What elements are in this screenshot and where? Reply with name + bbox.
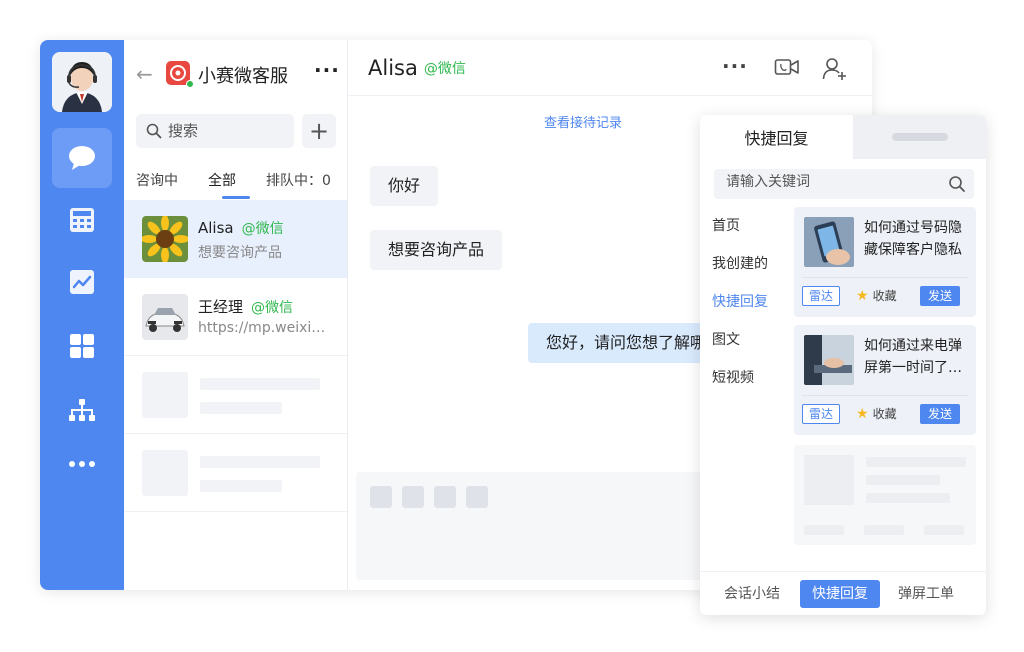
radar-button[interactable]: 雷达 xyxy=(802,404,841,424)
composer-tool-icon[interactable] xyxy=(402,486,424,508)
contact-avatar xyxy=(142,294,188,340)
rail-chart[interactable] xyxy=(52,252,112,312)
org-tree-icon xyxy=(69,399,95,421)
rail-calculator[interactable] xyxy=(52,190,112,250)
sunflower-avatar-icon xyxy=(142,216,188,262)
more-dots-icon xyxy=(69,461,95,467)
card-divider xyxy=(802,277,968,278)
placeholder-row xyxy=(124,434,347,512)
quick-reply-footer: 会话小结 快捷回复 弹屏工单 xyxy=(700,571,986,615)
card-title: 如何通过号码隐藏保障客户隐私 xyxy=(864,220,962,258)
car-avatar-icon xyxy=(142,294,188,340)
phone-photo-icon xyxy=(804,217,854,267)
contact-last-message: 想要咨询产品 xyxy=(198,245,282,261)
tab-all[interactable]: 全部 xyxy=(208,170,236,190)
chat-header: Alisa @微信 ··· xyxy=(348,40,872,96)
video-call-icon[interactable] xyxy=(774,57,800,83)
message-bubble-incoming: 想要咨询产品 xyxy=(370,230,503,270)
card-thumbnail xyxy=(804,335,854,385)
calculator-icon xyxy=(70,208,94,232)
quick-reply-search[interactable] xyxy=(714,169,974,199)
view-history-link[interactable]: 查看接待记录 xyxy=(544,112,622,131)
card-title: 如何通过来电弹屏第一时间了解客户 xyxy=(864,338,962,376)
tab-consulting[interactable]: 咨询中 xyxy=(136,170,178,190)
conversation-more-button[interactable]: ··· xyxy=(314,58,340,82)
category-home[interactable]: 首页 xyxy=(712,215,740,235)
quick-reply-card[interactable]: 如何通过号码隐藏保障客户隐私 雷达 ★ 收藏 发送 xyxy=(794,207,976,317)
category-created-by-me[interactable]: 我创建的 xyxy=(712,253,768,273)
quick-reply-card[interactable]: 如何通过来电弹屏第一时间了解客户 雷达 ★收藏 发送 xyxy=(794,325,976,435)
contact-item-alisa[interactable]: Alisa @微信 想要咨询产品 xyxy=(124,200,347,278)
add-conversation-button[interactable]: + xyxy=(302,114,336,148)
chat-more-button[interactable]: ··· xyxy=(722,54,748,78)
nav-rail xyxy=(40,40,124,590)
composer-tool-icon[interactable] xyxy=(370,486,392,508)
send-button[interactable]: 发送 xyxy=(920,286,961,306)
composer-tool-icon[interactable] xyxy=(466,486,488,508)
rail-chat[interactable] xyxy=(52,128,112,188)
contact-name: Alisa @微信 xyxy=(198,219,284,237)
contact-avatar xyxy=(142,216,188,262)
rail-more[interactable] xyxy=(52,434,112,494)
card-divider xyxy=(802,395,968,396)
conversation-panel: ← 小赛微客服 ··· + 咨询中 全部 排队中：0 xyxy=(124,40,348,590)
back-arrow-icon[interactable]: ← xyxy=(136,62,153,86)
app-name: 小赛微客服 xyxy=(198,66,288,87)
contact-last-message: https://mp.weixin.qq.com xyxy=(198,320,332,336)
add-member-icon[interactable] xyxy=(822,57,848,85)
search-icon[interactable] xyxy=(948,175,966,193)
conversation-header: ← 小赛微客服 ··· xyxy=(124,54,347,94)
popup-ticket-button[interactable]: 弹屏工单 xyxy=(886,580,966,608)
card-thumbnail xyxy=(804,217,854,267)
quick-reply-panel: 快捷回复 首页 我创建的 快捷回复 图文 短视频 如何通过号码隐藏保障客户隐私 … xyxy=(700,115,986,615)
channel-tag: @微信 xyxy=(423,61,466,77)
favorite-button[interactable]: ★ 收藏 xyxy=(856,286,897,306)
composer-tool-icon[interactable] xyxy=(434,486,456,508)
category-short-video[interactable]: 短视频 xyxy=(712,367,754,387)
conversation-tabs: 咨询中 全部 排队中：0 xyxy=(124,168,347,200)
star-icon: ★ xyxy=(856,406,869,422)
chart-icon xyxy=(70,270,94,294)
tab-placeholder[interactable] xyxy=(892,133,948,141)
contact-item-wang[interactable]: 王经理@微信 https://mp.weixin.qq.com xyxy=(124,278,347,356)
tab-queue[interactable]: 排队中：0 xyxy=(266,170,331,190)
chat-contact-name: Alisa @微信 xyxy=(368,56,466,80)
star-icon: ★ xyxy=(856,288,869,304)
message-bubble-incoming: 你好 xyxy=(370,166,439,206)
favorite-button[interactable]: ★ 收藏 xyxy=(856,404,897,424)
radar-button[interactable]: 雷达 xyxy=(802,286,841,306)
active-tab-indicator xyxy=(222,196,250,199)
agent-avatar[interactable] xyxy=(52,52,112,112)
conversation-search[interactable] xyxy=(136,114,294,148)
placeholder-row xyxy=(124,356,347,434)
search-icon xyxy=(146,123,162,139)
placeholder-card xyxy=(794,445,976,545)
category-image-text[interactable]: 图文 xyxy=(712,329,740,349)
quick-reply-tabbar: 快捷回复 xyxy=(700,115,986,159)
send-button[interactable]: 发送 xyxy=(920,404,961,424)
quick-reply-footer-button[interactable]: 快捷回复 xyxy=(800,580,880,608)
keyword-input[interactable] xyxy=(726,174,936,190)
search-input[interactable] xyxy=(168,122,288,140)
grid-icon xyxy=(70,334,94,358)
session-summary-button[interactable]: 会话小结 xyxy=(712,580,792,608)
rail-org[interactable] xyxy=(52,380,112,440)
chat-bubble-icon xyxy=(69,146,95,170)
channel-tag: @微信 xyxy=(241,221,284,237)
agent-avatar-image xyxy=(52,52,112,112)
rail-apps[interactable] xyxy=(52,316,112,376)
channel-tag: @微信 xyxy=(251,300,294,316)
laptop-photo-icon xyxy=(804,335,854,385)
contact-name: 王经理 @微信 xyxy=(198,298,294,316)
tab-quick-reply[interactable]: 快捷回复 xyxy=(700,115,853,159)
category-quick-reply[interactable]: 快捷回复 xyxy=(712,291,768,311)
online-status-dot xyxy=(186,80,194,88)
